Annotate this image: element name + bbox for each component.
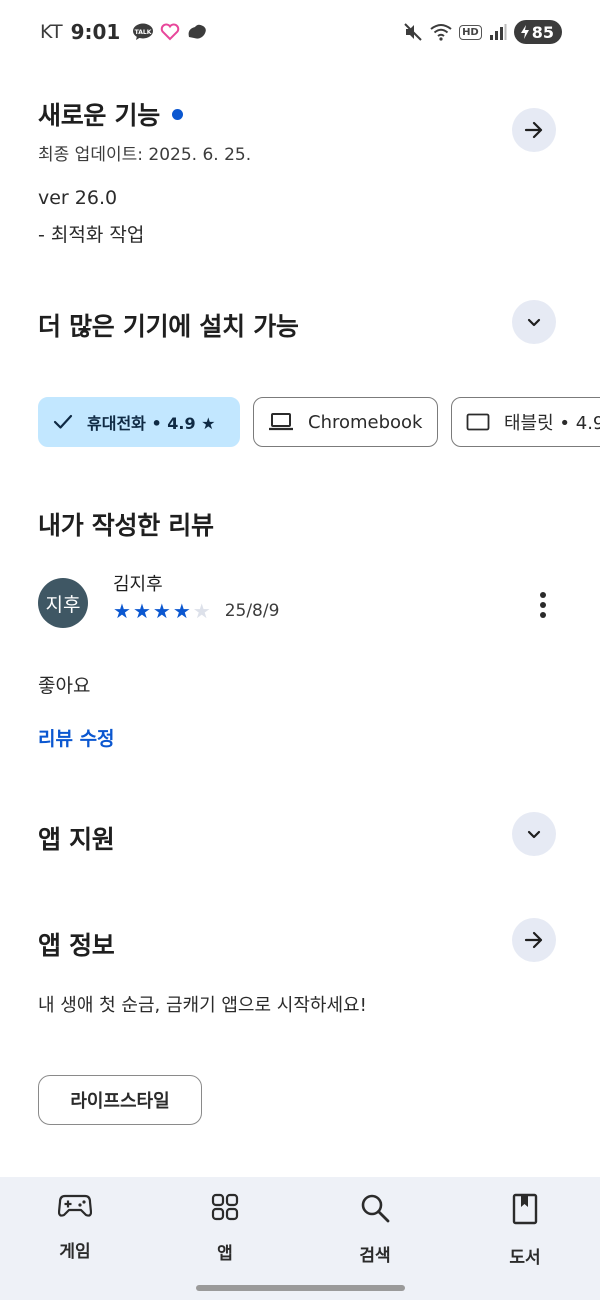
arrow-right-icon (524, 121, 543, 139)
charging-bolt-icon (520, 25, 529, 39)
chip-chromebook-label: Chromebook (308, 411, 423, 433)
chip-phone[interactable]: 휴대전화 • 4.9 ★ (38, 397, 240, 447)
nav-games-label: 게임 (59, 1242, 91, 1262)
edit-review-link[interactable]: 리뷰 수정 (38, 724, 556, 751)
status-bar: KT 9:01 TALK HD 85 (0, 0, 600, 64)
chip-tablet[interactable]: 태블릿 • 4.9 (451, 397, 600, 447)
avatar-initials: 지후 (45, 593, 81, 616)
devices-title: 더 많은 기기에 설치 가능 (38, 312, 299, 341)
app-info-section: 앱 정보 (38, 918, 556, 968)
app-notification-icon (188, 24, 207, 39)
whats-new-arrow-button[interactable] (512, 108, 556, 152)
review-date: 25/8/9 (224, 601, 280, 621)
heart-notification-icon (161, 23, 180, 41)
home-gesture-bar[interactable] (196, 1285, 405, 1291)
devices-section: 더 많은 기기에 설치 가능 (38, 300, 556, 350)
review-text: 좋아요 (38, 675, 91, 697)
star-filled-icon: ★ (172, 599, 191, 623)
checkmark-icon (53, 414, 73, 429)
new-indicator-dot (171, 108, 183, 120)
devices-expand-button[interactable] (512, 300, 556, 344)
signal-icon (489, 24, 507, 40)
laptop-icon (269, 413, 293, 431)
last-updated: 최종 업데이트: 2025. 6. 25. (38, 145, 252, 165)
star-filled-icon: ★ (132, 599, 151, 623)
chevron-down-icon (527, 830, 541, 839)
tablet-icon (466, 413, 490, 431)
whats-new-heading: 새로운 기능 (38, 96, 556, 132)
star-filled-icon: ★ (152, 599, 171, 623)
chat-notification-icon: TALK (133, 23, 154, 40)
release-note: - 최적화 작업 (38, 224, 145, 246)
category-chip[interactable]: 라이프스타일 (38, 1075, 202, 1125)
wifi-icon (430, 24, 452, 41)
mute-icon (404, 23, 422, 41)
book-icon (512, 1193, 538, 1225)
clock: 9:01 (70, 20, 121, 44)
device-chips: 휴대전화 • 4.9 ★ Chromebook 태블릿 • 4.9 (38, 397, 600, 447)
search-icon (361, 1194, 390, 1223)
review-author: 김지후 (113, 574, 163, 595)
review-more-button[interactable] (528, 588, 558, 622)
battery-level: 85 (531, 22, 554, 42)
chip-chromebook[interactable]: Chromebook (253, 397, 438, 447)
chevron-down-icon (527, 318, 541, 327)
carrier-label: KT (40, 21, 63, 43)
category-chip-label: 라이프스타일 (70, 1091, 170, 1112)
hd-voice-icon: HD (459, 24, 482, 40)
app-support-title: 앱 지원 (38, 825, 115, 854)
whats-new-title: 새로운 기능 (38, 101, 160, 130)
app-info-title: 앱 정보 (38, 931, 115, 960)
battery-indicator: 85 (513, 20, 562, 44)
chip-phone-label: 휴대전화 • 4.9 ★ (87, 414, 216, 433)
chip-tablet-label: 태블릿 • 4.9 (504, 413, 600, 434)
app-support-expand-button[interactable] (512, 812, 556, 856)
bottom-navigation: 게임 앱 검색 도서 (0, 1177, 600, 1300)
arrow-right-icon (524, 931, 543, 949)
app-support-section: 앱 지원 (38, 812, 556, 862)
nav-apps[interactable]: 앱 (175, 1193, 275, 1264)
nav-books[interactable]: 도서 (475, 1193, 575, 1268)
review-meta: ★ ★ ★ ★ ★ 25/8/9 (113, 601, 279, 621)
whats-new-section: 새로운 기능 최종 업데이트: 2025. 6. 25. (38, 96, 556, 166)
my-review-title: 내가 작성한 리뷰 (38, 511, 214, 540)
app-info-arrow-button[interactable] (512, 918, 556, 962)
app-description: 내 생애 첫 순금, 금캐기 앱으로 시작하세요! (38, 995, 367, 1016)
nav-books-label: 도서 (509, 1248, 541, 1268)
apps-grid-icon (211, 1193, 239, 1221)
gamepad-icon (58, 1194, 92, 1217)
rating-stars: ★ ★ ★ ★ ★ (113, 601, 211, 621)
star-empty-icon: ★ (192, 599, 211, 623)
svg-text:TALK: TALK (135, 29, 152, 36)
nav-apps-label: 앱 (217, 1244, 233, 1264)
nav-search[interactable]: 검색 (325, 1193, 425, 1266)
nav-games[interactable]: 게임 (25, 1193, 125, 1262)
avatar: 지후 (38, 578, 88, 628)
more-vert-icon (540, 592, 546, 618)
version-text: ver 26.0 (38, 187, 118, 209)
star-filled-icon: ★ (113, 599, 131, 623)
nav-search-label: 검색 (359, 1246, 391, 1266)
